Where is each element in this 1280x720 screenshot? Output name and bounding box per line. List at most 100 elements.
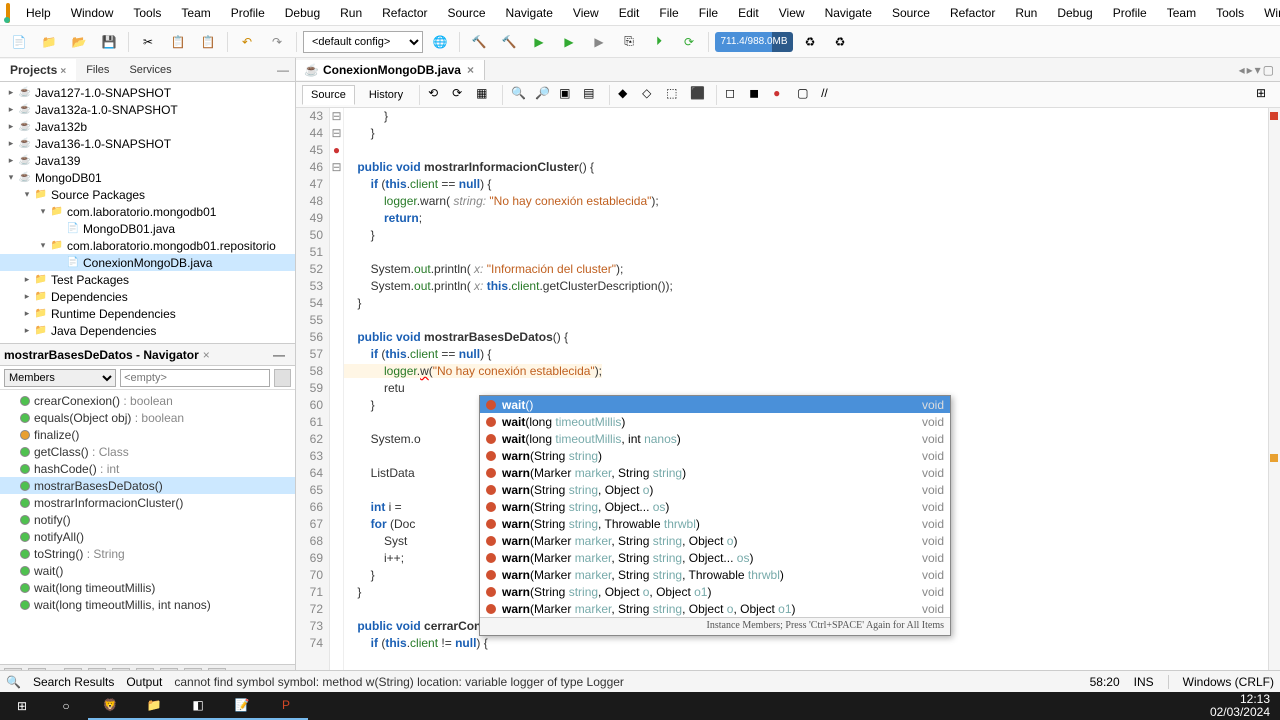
tree-twisty[interactable]: ▾ [36,240,50,251]
editor-tool-icon[interactable]: // [821,86,839,104]
menu-source[interactable]: Source [438,2,496,24]
menu-edit[interactable]: Edit [609,2,650,24]
tree-node[interactable]: 📄ConexionMongoDB.java [0,254,295,271]
tree-node[interactable]: ▸📁Runtime Dependencies [0,305,295,322]
projects-tree[interactable]: ▸☕Java127-1.0-SNAPSHOT▸☕Java132a-1.0-SNA… [0,82,295,344]
completion-item[interactable]: warn(Marker marker, String string)void [480,464,950,481]
paste-icon[interactable]: 📋 [195,29,221,55]
navigator-member[interactable]: notifyAll() [0,528,295,545]
editor-tool-icon[interactable]: 🔎 [535,86,553,104]
navigator-member[interactable]: hashCode() : int [0,460,295,477]
new-file-icon[interactable]: 📄 [6,29,32,55]
tab-list-icon[interactable]: ▾ [1255,63,1261,77]
menu-tools[interactable]: Tools [1206,2,1254,24]
completion-item[interactable]: wait(long timeoutMillis, int nanos)void [480,430,950,447]
tree-twisty[interactable]: ▸ [20,325,34,336]
menu-refactor[interactable]: Refactor [372,2,437,24]
editor-tool-icon[interactable]: ⬛ [690,86,708,104]
menu-team[interactable]: Team [171,2,220,24]
copy-icon[interactable]: 📋 [165,29,191,55]
editor-tool-icon[interactable]: ▣ [559,86,577,104]
breakpoint-icon[interactable]: ● [773,86,791,104]
status-tab[interactable]: Output [126,675,162,689]
profile-icon[interactable]: ▶ [586,29,612,55]
explorer-icon[interactable]: 📁 [132,692,176,720]
editor-tool-icon[interactable]: ⟳ [452,86,470,104]
completion-item[interactable]: warn(Marker marker, String string, Objec… [480,600,950,617]
completion-item[interactable]: warn(String string)void [480,447,950,464]
reload-icon[interactable]: ⟳ [676,29,702,55]
completion-item[interactable]: wait()void [480,396,950,413]
tab-files[interactable]: Files [76,60,119,80]
build-icon[interactable]: 🔨 [466,29,492,55]
menu-tools[interactable]: Tools [123,2,171,24]
menu-source[interactable]: Source [882,2,940,24]
tree-node[interactable]: ▾📁com.laboratorio.mongodb01 [0,203,295,220]
navigator-member[interactable]: wait() [0,562,295,579]
navigator-member[interactable]: mostrarBasesDeDatos() [0,477,295,494]
menu-run[interactable]: Run [330,2,372,24]
netbeans-taskbar-icon[interactable]: ◧ [176,692,220,720]
completion-item[interactable]: warn(Marker marker, String string, Throw… [480,566,950,583]
prev-tab-icon[interactable]: ◂ [1239,63,1245,77]
menu-window[interactable]: Window [61,2,124,24]
completion-item[interactable]: wait(long timeoutMillis)void [480,413,950,430]
redo-icon[interactable]: ↷ [264,29,290,55]
tab-projects[interactable]: Projects× [0,59,76,81]
maximize-editor-icon[interactable]: ▢ [1263,63,1274,77]
open-icon[interactable]: 📂 [66,29,92,55]
windows-taskbar[interactable]: ⊞ ○ 🦁 📁 ◧ 📝 P 12:1302/03/2024 [0,692,1280,720]
tree-node[interactable]: ▸📁Java Dependencies [0,322,295,339]
completion-item[interactable]: warn(Marker marker, String string, Objec… [480,549,950,566]
run-config-select[interactable]: <default config> [303,31,423,53]
start-button[interactable]: ⊞ [0,692,44,720]
navigator-member[interactable]: getClass() : Class [0,443,295,460]
run-icon[interactable]: ▶ [526,29,552,55]
navigator-filter-input[interactable] [120,369,270,387]
menu-debug[interactable]: Debug [1047,2,1102,24]
editor-tool-icon[interactable]: ▦ [476,86,494,104]
tree-twisty[interactable]: ▸ [4,121,18,132]
navigator-member[interactable]: crearConexion() : boolean [0,392,295,409]
navigator-member[interactable]: equals(Object obj) : boolean [0,409,295,426]
editor-tool-icon[interactable]: ⟲ [428,86,446,104]
menu-navigate[interactable]: Navigate [815,2,882,24]
menu-refactor[interactable]: Refactor [940,2,1005,24]
clean-build-icon[interactable]: 🔨 [496,29,522,55]
menu-window[interactable]: Window [1254,2,1280,24]
close-icon[interactable]: × [203,348,210,362]
minimize-panel-icon[interactable]: — [267,348,291,362]
close-tab-icon[interactable]: × [465,63,476,77]
editor-tool-icon[interactable]: ◼ [749,86,767,104]
memory-gauge[interactable]: 711.4/988.0MB [715,32,793,52]
split-editor-icon[interactable]: ⊞ [1256,86,1274,104]
tree-node[interactable]: ▾📁Source Packages [0,186,295,203]
system-tray[interactable]: 12:1302/03/2024 [1200,693,1280,719]
completion-item[interactable]: warn(String string, Object o)void [480,481,950,498]
tree-twisty[interactable]: ▸ [4,138,18,149]
minimize-panel-icon[interactable]: — [271,63,295,77]
navigator-member[interactable]: wait(long timeoutMillis, int nanos) [0,596,295,613]
undo-icon[interactable]: ↶ [234,29,260,55]
brave-icon[interactable]: 🦁 [88,692,132,720]
editor-tool-icon[interactable]: ⬚ [666,86,684,104]
autocomplete-popup[interactable]: wait()voidwait(long timeoutMillis)voidwa… [479,395,951,636]
tree-twisty[interactable]: ▸ [4,155,18,166]
editor-tool-icon[interactable]: ◇ [642,86,660,104]
menu-team[interactable]: Team [1157,2,1206,24]
debug-icon[interactable]: ▶ [556,29,582,55]
completion-item[interactable]: warn(Marker marker, String string, Objec… [480,532,950,549]
close-icon[interactable]: × [60,66,66,77]
menu-view[interactable]: View [769,2,815,24]
navigator-member[interactable]: finalize() [0,426,295,443]
source-view-button[interactable]: Source [302,85,355,105]
tab-services[interactable]: Services [119,60,181,80]
cut-icon[interactable]: ✂ [135,29,161,55]
tree-twisty[interactable]: ▾ [20,189,34,200]
tree-twisty[interactable]: ▸ [20,274,34,285]
powerpoint-icon[interactable]: P [264,692,308,720]
tree-twisty[interactable]: ▸ [4,87,18,98]
editor-tool-icon[interactable]: ◆ [618,86,636,104]
editor-tool-icon[interactable]: 🔍 [511,86,529,104]
menu-file[interactable]: File [689,2,728,24]
